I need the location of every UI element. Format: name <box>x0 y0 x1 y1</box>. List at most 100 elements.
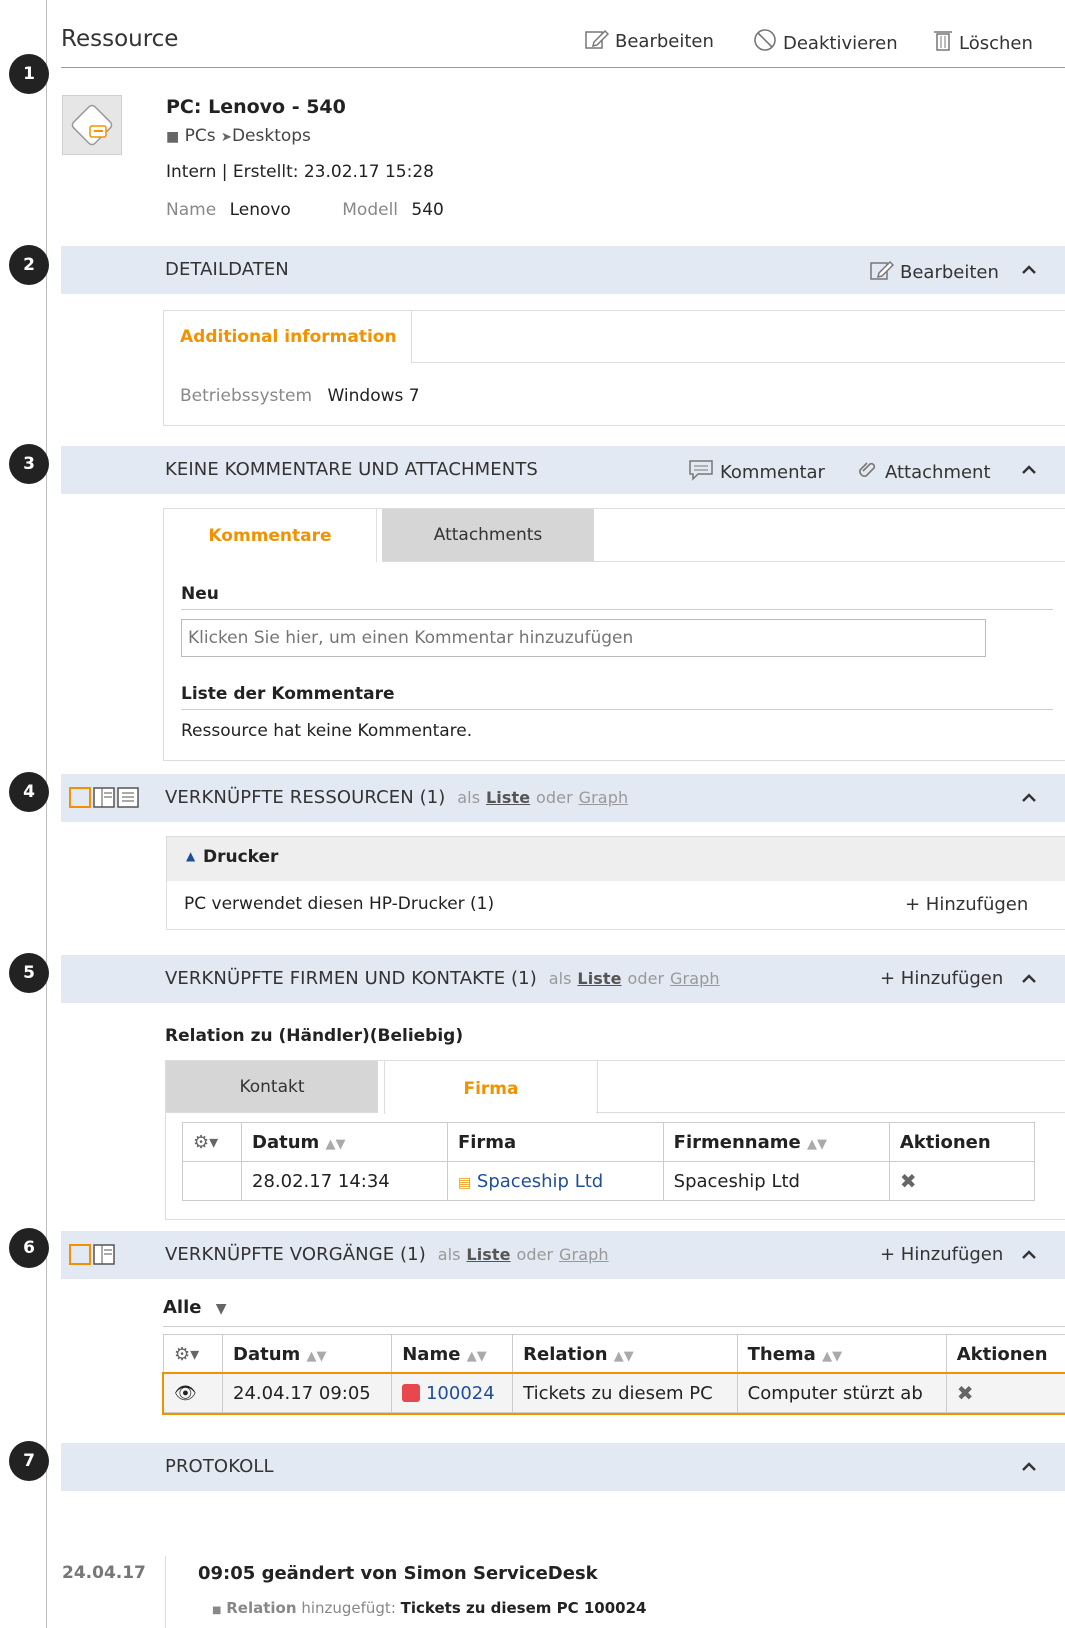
tab-contact[interactable]: Kontakt <box>166 1061 378 1113</box>
model-value: 540 <box>411 200 444 220</box>
view-graph-link[interactable]: Graph <box>579 788 629 807</box>
view-list-link[interactable]: Liste <box>466 1245 510 1264</box>
deactivate-label: Deaktivieren <box>783 33 898 54</box>
layout-list-icon[interactable] <box>117 787 139 808</box>
gear-icon[interactable]: ⚙▾ <box>193 1132 218 1153</box>
add-ticket-button[interactable]: + Hinzufügen <box>880 1244 1003 1265</box>
deactivate-button[interactable]: Deaktivieren <box>753 28 898 54</box>
pencil-icon <box>585 29 610 49</box>
ticket-icon <box>402 1383 421 1402</box>
view-cell[interactable]: 👁 <box>163 1373 223 1413</box>
column-header[interactable]: Firmenname ▲▼ <box>662 1122 890 1162</box>
view-graph-link[interactable]: Graph <box>559 1245 609 1264</box>
view-list-link[interactable]: Liste <box>577 969 621 988</box>
no-comments-text: Ressource hat keine Kommentare. <box>181 721 473 741</box>
comments-panel: Kommentare Attachments Neu Liste der Kom… <box>163 508 1065 761</box>
tab-attachments-label: Attachments <box>433 525 543 545</box>
layout-switcher[interactable] <box>69 787 139 808</box>
remove-icon[interactable]: ✖ <box>900 1169 917 1193</box>
actions-cell[interactable]: ✖ <box>888 1161 1036 1201</box>
linked-tickets-section-header[interactable]: VERKNÜPFTE VORGÄNGE (1) als Liste oder G… <box>61 1231 1065 1279</box>
comments-section-header[interactable]: KEINE KOMMENTARE UND ATTACHMENTS Komment… <box>61 446 1065 494</box>
layout-switcher[interactable] <box>69 1244 115 1265</box>
layout-split-icon[interactable] <box>93 1244 115 1265</box>
company-cell[interactable]: ▤ Spaceship Ltd <box>446 1161 664 1201</box>
tab-comments[interactable]: Kommentare <box>164 509 377 562</box>
layout-single-icon[interactable] <box>69 787 91 808</box>
add-comment-button[interactable]: Kommentar <box>688 459 825 483</box>
category-pcs[interactable]: PCs <box>185 126 216 146</box>
tab-company[interactable]: Firma <box>384 1060 598 1114</box>
chevron-up-icon[interactable] <box>1019 1245 1039 1263</box>
details-heading: DETAILDATEN <box>165 259 289 280</box>
filter-dropdown[interactable]: Alle ▼ <box>163 1297 227 1318</box>
linked-resources-section-header[interactable]: VERKNÜPFTE RESSOURCEN (1) als Liste oder… <box>61 774 1065 822</box>
details-panel: Additional information Betriebssystem Wi… <box>163 310 1065 426</box>
add-attachment-button[interactable]: Attachment <box>857 459 991 483</box>
tab-company-label: Firma <box>463 1079 519 1099</box>
page-title: Ressource <box>61 26 179 52</box>
eye-icon[interactable]: 👁 <box>174 1383 197 1404</box>
resource-attributes: Name Lenovo Modell 540 <box>166 200 444 220</box>
tab-attachments[interactable]: Attachments <box>382 509 594 562</box>
view-list-link[interactable]: Liste <box>486 788 530 807</box>
company-link[interactable]: Spaceship Ltd <box>477 1171 603 1192</box>
protocol-divider <box>165 1556 166 1628</box>
chevron-up-icon[interactable] <box>1019 260 1039 278</box>
column-header[interactable]: Relation ▲▼ <box>512 1334 738 1374</box>
category-desktops[interactable]: Desktops <box>232 126 311 146</box>
protocol-item-label: Relation <box>226 1599 297 1617</box>
chevron-up-icon[interactable] <box>1019 969 1039 987</box>
linked-companies-heading: VERKNÜPFTE FIRMEN UND KONTAKTE (1) <box>165 968 537 989</box>
column-header[interactable]: Datum ▲▼ <box>241 1122 448 1162</box>
gear-icon[interactable]: ⚙▾ <box>174 1344 199 1365</box>
pencil-icon <box>870 260 895 280</box>
step-badge-7: 7 <box>9 1441 49 1481</box>
topic-cell: Computer stürzt ab <box>736 1373 947 1413</box>
column-header[interactable]: Datum ▲▼ <box>221 1334 393 1374</box>
edit-button[interactable]: Bearbeiten <box>585 28 714 52</box>
table-row[interactable]: 👁 24.04.17 09:05 100024 Tickets zu diese… <box>161 1371 1065 1415</box>
delete-button[interactable]: Löschen <box>933 28 1033 54</box>
resource-relation-row[interactable]: PC verwendet diesen HP-Drucker (1) <box>184 894 494 914</box>
add-resource-button[interactable]: + Hinzufügen <box>905 894 1028 915</box>
tickets-table: ⚙▾ Datum ▲▼ Name ▲▼ Relation ▲▼ Thema ▲▼… <box>161 1334 1065 1415</box>
settings-column[interactable]: ⚙▾ <box>163 1334 223 1374</box>
column-label: Firmenname <box>673 1131 801 1153</box>
column-label: Firma <box>457 1131 517 1153</box>
chevron-up-icon[interactable] <box>1019 788 1039 806</box>
tab-additional-information[interactable]: Additional information <box>164 311 412 363</box>
chevron-up-icon[interactable] <box>1019 1457 1039 1475</box>
column-header[interactable]: Thema ▲▼ <box>736 1334 947 1374</box>
sort-icon: ▲▼ <box>613 1348 634 1364</box>
details-edit-label: Bearbeiten <box>900 262 999 283</box>
comment-input[interactable] <box>181 619 986 657</box>
layout-single-icon[interactable] <box>69 1244 91 1265</box>
resource-type-icon <box>71 104 113 146</box>
actions-cell[interactable]: ✖ <box>945 1373 1065 1413</box>
column-label: Aktionen <box>899 1131 991 1153</box>
settings-column[interactable]: ⚙▾ <box>182 1122 242 1162</box>
resource-meta: Intern | Erstellt: 23.02.17 15:28 <box>166 162 434 182</box>
os-value: Windows 7 <box>327 386 420 406</box>
protocol-section-header[interactable]: PROTOKOLL <box>61 1443 1065 1491</box>
details-edit-button[interactable]: Bearbeiten <box>870 259 999 283</box>
details-section-header[interactable]: DETAILDATEN Bearbeiten <box>61 246 1065 294</box>
view-graph-link[interactable]: Graph <box>670 969 720 988</box>
column-label: Aktionen <box>956 1343 1048 1365</box>
column-header[interactable]: Name ▲▼ <box>391 1334 514 1374</box>
ticket-link[interactable]: 100024 <box>426 1383 495 1404</box>
paperclip-icon <box>859 462 876 477</box>
add-company-button[interactable]: + Hinzufügen <box>880 968 1003 989</box>
protocol-item-value: Tickets zu diesem PC 100024 <box>400 1599 647 1617</box>
attachment-action-label: Attachment <box>885 462 991 483</box>
layout-split-icon[interactable] <box>93 787 115 808</box>
os-label: Betriebssystem <box>180 386 313 406</box>
name-cell[interactable]: 100024 <box>391 1373 514 1413</box>
linked-companies-section-header[interactable]: VERKNÜPFTE FIRMEN UND KONTAKTE (1) als L… <box>61 955 1065 1003</box>
remove-icon[interactable]: ✖ <box>957 1381 974 1405</box>
sort-icon: ▲▼ <box>822 1348 843 1364</box>
column-header: Firma <box>446 1122 664 1162</box>
chevron-up-icon[interactable] <box>1019 460 1039 478</box>
as-label: als <box>548 969 572 988</box>
